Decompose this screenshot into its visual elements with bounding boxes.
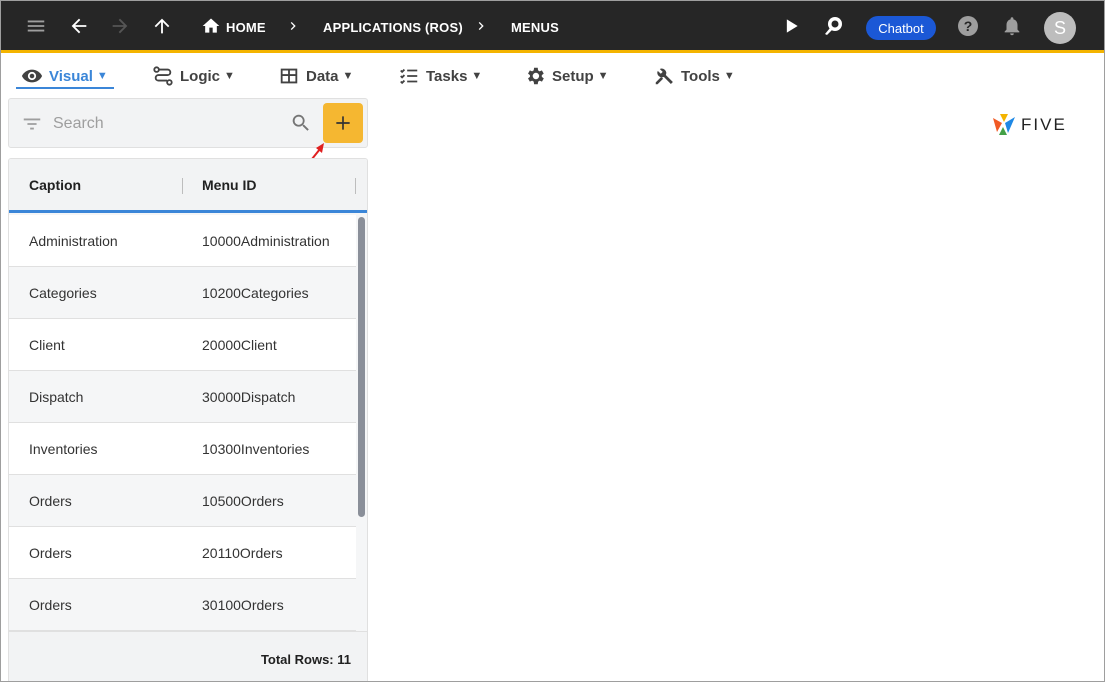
breadcrumb-menus: MENUS [511,19,559,35]
chevron-right-icon [290,22,296,30]
table-row[interactable]: Categories 10200Categories [9,267,356,319]
caption-cell: Orders [29,597,72,613]
table-row[interactable]: Client 20000Client [9,319,356,371]
menu-logic-label: Logic [180,67,220,85]
caret-down-icon: ▼ [597,70,609,82]
breadcrumb-applications[interactable]: APPLICATIONS (ROS) [323,1,463,53]
list-rows: Administration 10000Administration Catego… [9,215,356,631]
table-row[interactable]: Inventories 10300Inventories [9,423,356,475]
run-play-icon[interactable] [777,12,805,40]
list-footer: Total Rows: 11 [9,631,367,681]
table-icon [278,65,300,87]
menu-tools[interactable]: Tools ▼ [653,62,735,90]
gear-icon [524,65,546,87]
menu-visual-label: Visual [49,67,93,85]
menu-id-cell: 10000Administration [202,233,330,249]
add-button[interactable] [323,103,363,143]
menu-bar: Visual ▼ Logic ▼ Data ▼ Tasks ▼ Setup ▼ … [1,56,1104,135]
menu-visual[interactable]: Visual ▼ [21,62,108,90]
menu-id-cell: 30100Orders [202,597,284,613]
chevron-right-icon [478,22,484,30]
search-icon[interactable] [290,112,312,134]
menu-setup-label: Setup [552,67,594,85]
app-window: HOME APPLICATIONS (ROS) MENUS Chatbot ? … [0,0,1105,682]
caret-down-icon: ▼ [342,70,354,82]
caret-down-icon: ▼ [96,70,108,82]
table-row[interactable]: Orders 20110Orders [9,527,356,579]
caret-down-icon: ▼ [723,70,735,82]
five-logo-text: FIVE [1021,115,1067,134]
menu-id-cell: 10500Orders [202,493,284,509]
menus-list: Caption Menu ID Administration 10000Admin… [8,158,368,681]
column-resize-handle[interactable] [182,178,183,194]
plus-icon [336,116,350,130]
menu-tasks-label: Tasks [426,67,468,85]
column-header-menu-id[interactable]: Menu ID [202,159,256,211]
svg-text:?: ? [964,18,973,34]
caption-cell: Client [29,337,65,353]
breadcrumb-home[interactable]: HOME [226,1,266,53]
menu-data-label: Data [306,67,339,85]
table-row[interactable]: Orders 30100Orders [9,579,356,631]
list-header: Caption Menu ID [9,159,367,213]
menu-tools-label: Tools [681,67,720,85]
caption-cell: Inventories [29,441,98,457]
hamburger-menu-icon[interactable] [22,12,50,40]
checklist-icon [398,65,420,87]
menu-setup[interactable]: Setup ▼ [524,62,609,90]
caption-cell: Categories [29,285,97,301]
forward-arrow-icon[interactable] [106,12,134,40]
caret-down-icon: ▼ [471,70,483,82]
active-tab-indicator [16,87,114,89]
menu-id-cell: 20000Client [202,337,277,353]
menu-id-cell: 10200Categories [202,285,309,301]
caption-cell: Dispatch [29,389,84,405]
five-logo-mark-icon [993,114,1015,135]
help-icon[interactable]: ? [954,12,982,40]
up-arrow-icon[interactable] [148,12,176,40]
five-logo: FIVE [991,113,1067,137]
logic-flow-icon [152,65,174,87]
menu-id-cell: 30000Dispatch [202,389,296,405]
chatbot-button[interactable]: Chatbot [866,16,936,40]
menu-logic[interactable]: Logic ▼ [152,62,235,90]
tools-icon [653,65,675,87]
column-resize-handle[interactable] [355,178,356,194]
table-row[interactable]: Orders 10500Orders [9,475,356,527]
eye-icon [21,65,43,87]
top-bar: HOME APPLICATIONS (ROS) MENUS Chatbot ? … [1,1,1104,53]
back-arrow-icon[interactable] [65,12,93,40]
table-row[interactable]: Dispatch 30000Dispatch [9,371,356,423]
notifications-bell-icon[interactable] [998,12,1026,40]
search-input[interactable] [53,112,283,136]
menu-id-cell: 10300Inventories [202,441,310,457]
caret-down-icon: ▼ [224,70,235,82]
filter-icon[interactable] [21,113,43,135]
table-row[interactable]: Administration 10000Administration [9,215,356,267]
user-avatar[interactable]: S [1044,12,1076,44]
home-icon[interactable] [197,12,225,40]
menu-data[interactable]: Data ▼ [278,62,353,90]
menu-tasks[interactable]: Tasks ▼ [398,62,482,90]
menu-id-cell: 20110Orders [202,545,283,561]
list-scrollbar[interactable] [358,217,365,517]
column-header-caption[interactable]: Caption [29,159,81,211]
caption-cell: Administration [29,233,118,249]
caption-cell: Orders [29,493,72,509]
caption-cell: Orders [29,545,72,561]
chat-search-icon[interactable] [820,12,848,40]
total-rows: Total Rows: 11 [260,652,351,667]
